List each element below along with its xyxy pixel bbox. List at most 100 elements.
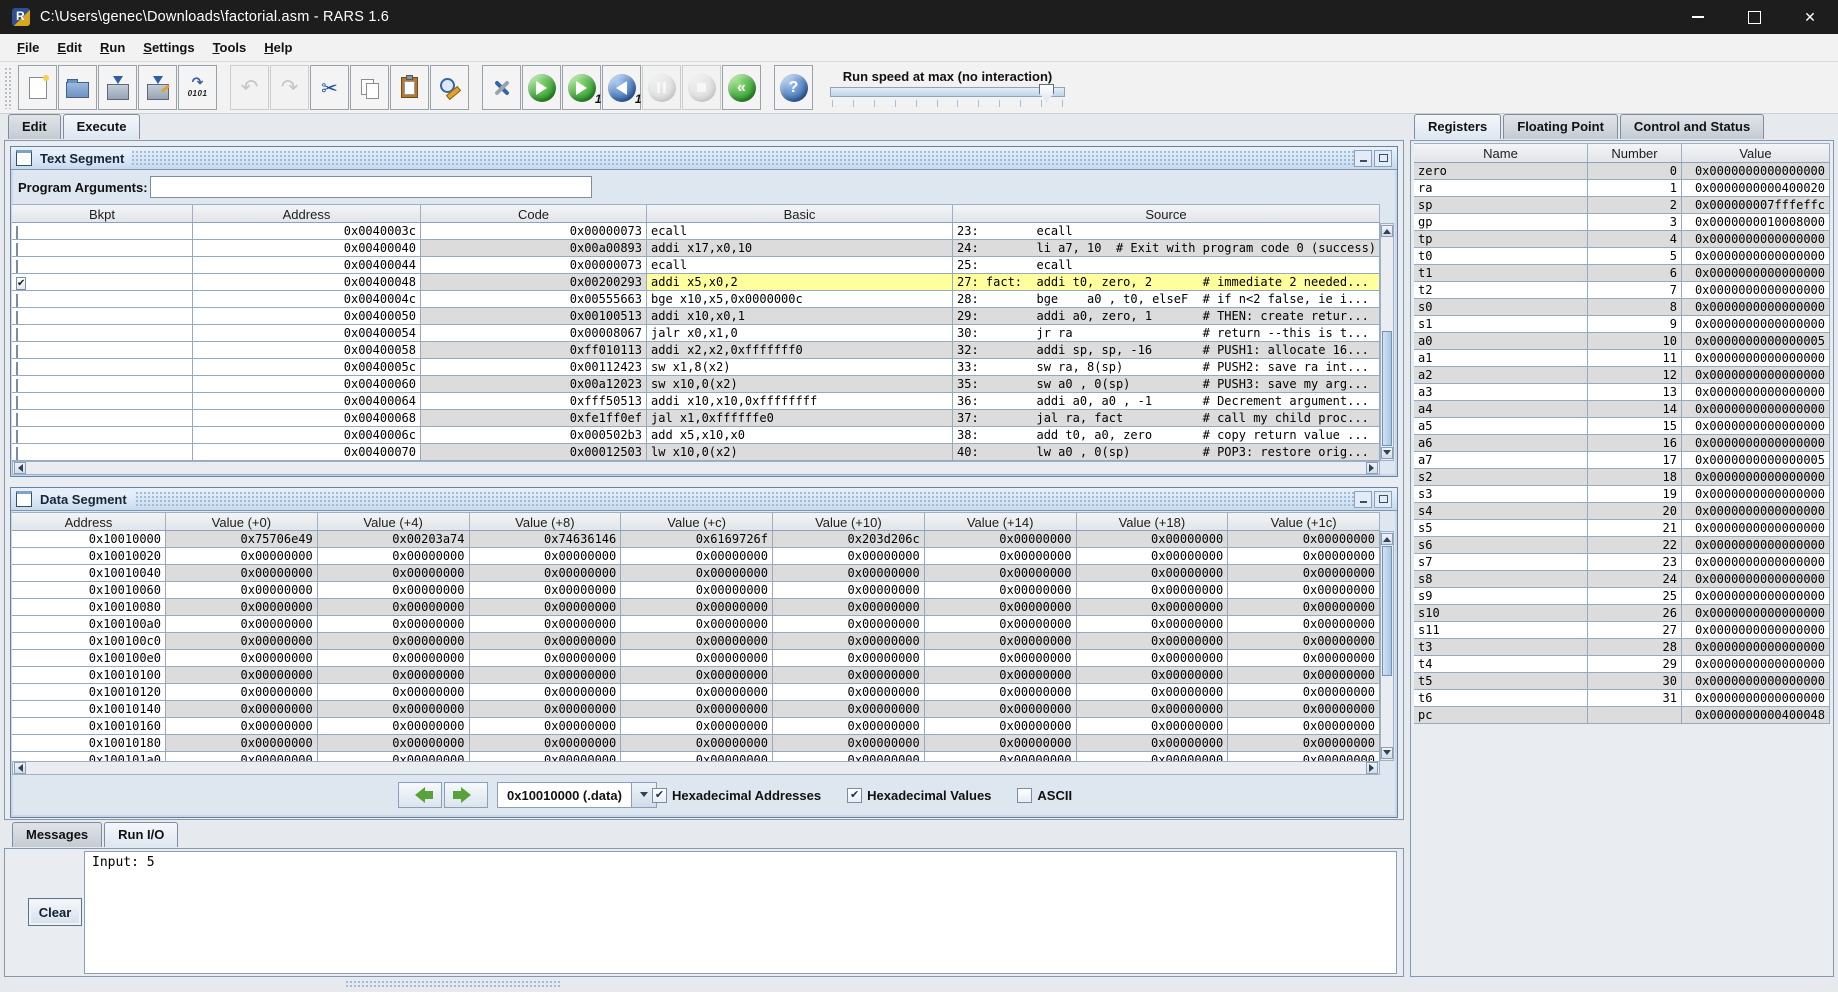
register-row[interactable]: t5300x0000000000000000	[1414, 673, 1830, 690]
register-row[interactable]: s190x0000000000000000	[1414, 316, 1830, 333]
memory-row[interactable]: 0x100100c00x000000000x000000000x00000000…	[12, 633, 1380, 650]
memory-row[interactable]: 0x100100800x000000000x000000000x00000000…	[12, 599, 1380, 616]
scroll-left-icon[interactable]	[14, 762, 26, 774]
tab-floating-point[interactable]: Floating Point	[1503, 114, 1618, 139]
memory-row[interactable]: 0x100101600x000000000x000000000x00000000…	[12, 718, 1380, 735]
resize-grip-icon[interactable]	[345, 980, 560, 989]
tab-messages[interactable]: Messages	[12, 822, 102, 847]
run-io-output[interactable]: Input: 5	[84, 851, 1397, 974]
scroll-thumb[interactable]	[1382, 546, 1392, 676]
register-row[interactable]: s10260x0000000000000000	[1414, 605, 1830, 622]
register-row[interactable]: t6310x0000000000000000	[1414, 690, 1830, 707]
toolbar-grip-icon[interactable]	[4, 67, 12, 109]
register-row[interactable]: zero00x0000000000000000	[1414, 163, 1830, 180]
frame-minimize-button[interactable]	[1354, 150, 1372, 167]
text-row[interactable]: 0x004000700x00012503lw x10,0(x2)40: lw a…	[12, 444, 1380, 461]
text-row[interactable]: 0x004000400x00a00893addi x17,x0,1024: li…	[12, 240, 1380, 257]
copy-button[interactable]	[350, 65, 389, 110]
open-file-button[interactable]	[58, 65, 97, 110]
checkbox-icon[interactable]: ✔	[847, 788, 862, 803]
scroll-down-icon[interactable]	[1381, 447, 1393, 459]
register-row[interactable]: s4200x0000000000000000	[1414, 503, 1830, 520]
register-row[interactable]: a6160x0000000000000000	[1414, 435, 1830, 452]
breakpoint-checkbox[interactable]: ✔	[16, 277, 26, 290]
breakpoint-checkbox[interactable]	[16, 311, 18, 324]
scroll-right-icon[interactable]	[1366, 462, 1378, 474]
register-row[interactable]: gp30x0000000010008000	[1414, 214, 1830, 231]
tab-registers[interactable]: Registers	[1414, 114, 1501, 139]
breakpoint-checkbox[interactable]	[16, 430, 18, 443]
menu-edit[interactable]: Edit	[48, 36, 91, 59]
minimize-button[interactable]	[1670, 0, 1726, 34]
register-row[interactable]: s8240x0000000000000000	[1414, 571, 1830, 588]
register-row[interactable]: ra10x0000000000400020	[1414, 180, 1830, 197]
register-row[interactable]: s5210x0000000000000000	[1414, 520, 1830, 537]
maximize-button[interactable]	[1726, 0, 1782, 34]
breakpoint-checkbox[interactable]	[16, 243, 18, 256]
scroll-right-icon[interactable]	[1366, 762, 1378, 774]
memory-row[interactable]: 0x100101800x000000000x000000000x00000000…	[12, 735, 1380, 752]
register-row[interactable]: a0100x0000000000000005	[1414, 333, 1830, 350]
breakpoint-checkbox[interactable]	[16, 379, 18, 392]
register-row[interactable]: a7170x0000000000000005	[1414, 452, 1830, 469]
option-ascii[interactable]: ASCII	[1017, 788, 1072, 803]
register-row[interactable]: a1110x0000000000000000	[1414, 350, 1830, 367]
menu-settings[interactable]: Settings	[134, 36, 203, 59]
register-row[interactable]: t4290x0000000000000000	[1414, 656, 1830, 673]
text-row[interactable]: 0x004000540x00008067jalr x0,x1,030: jr r…	[12, 325, 1380, 342]
breakpoint-checkbox[interactable]	[16, 447, 18, 460]
register-row[interactable]: s9250x0000000000000000	[1414, 588, 1830, 605]
breakpoint-checkbox[interactable]	[16, 294, 18, 307]
save-as-button[interactable]	[138, 65, 177, 110]
data-segment-titlebar[interactable]: Data Segment	[11, 488, 1397, 511]
find-replace-button[interactable]	[430, 65, 469, 110]
text-segment-hscrollbar[interactable]	[12, 461, 1380, 475]
breakpoint-checkbox[interactable]	[16, 396, 18, 409]
text-row[interactable]: 0x004000640xfff50513addi x10,x10,0xfffff…	[12, 393, 1380, 410]
frame-maximize-button[interactable]	[1374, 491, 1392, 508]
breakpoint-checkbox[interactable]	[16, 260, 18, 273]
register-row[interactable]: t050x0000000000000000	[1414, 248, 1830, 265]
paste-button[interactable]	[390, 65, 429, 110]
memory-row[interactable]: 0x100100000x75706e490x00203a740x74636146…	[12, 531, 1380, 548]
memory-row[interactable]: 0x100100200x000000000x000000000x00000000…	[12, 548, 1380, 565]
run-one-step-button[interactable]: 1	[562, 65, 601, 110]
tab-execute[interactable]: Execute	[63, 114, 141, 139]
previous-memory-button[interactable]	[398, 782, 442, 808]
register-row[interactable]: a4140x0000000000000000	[1414, 401, 1830, 418]
memory-row[interactable]: 0x100100600x000000000x000000000x00000000…	[12, 582, 1380, 599]
text-row[interactable]: 0x0040006c0x000502b3add x5,x10,x038: add…	[12, 427, 1380, 444]
checkbox-icon[interactable]	[1017, 788, 1032, 803]
clear-button[interactable]: Clear	[28, 898, 82, 926]
save-file-button[interactable]	[98, 65, 137, 110]
text-segment-vscrollbar[interactable]	[1380, 223, 1394, 461]
stop-button[interactable]	[682, 65, 721, 110]
tab-edit[interactable]: Edit	[8, 114, 61, 139]
register-row[interactable]: s6220x0000000000000000	[1414, 537, 1830, 554]
tab-control-and-status[interactable]: Control and Status	[1620, 114, 1764, 139]
memory-row[interactable]: 0x100101a00x000000000x000000000x00000000…	[12, 752, 1380, 761]
breakpoint-checkbox[interactable]	[16, 362, 18, 375]
memory-row[interactable]: 0x100101400x000000000x000000000x00000000…	[12, 701, 1380, 718]
help-button[interactable]: ?	[774, 65, 813, 110]
run-button[interactable]	[522, 65, 561, 110]
scroll-thumb[interactable]	[1382, 331, 1392, 446]
reset-button[interactable]: «	[722, 65, 761, 110]
undo-button[interactable]: ↶	[230, 65, 269, 110]
breakpoint-checkbox[interactable]	[16, 226, 18, 239]
option-hexadecimal-values[interactable]: ✔Hexadecimal Values	[847, 788, 991, 803]
text-row[interactable]: 0x004000600x00a12023sw x10,0(x2)35: sw a…	[12, 376, 1380, 393]
register-row[interactable]: pc0x0000000000400048	[1414, 707, 1830, 724]
pause-button[interactable]	[642, 65, 681, 110]
memory-segment-combobox[interactable]: 0x10010000 (.data)	[497, 782, 657, 808]
menu-file[interactable]: File	[8, 36, 48, 59]
menu-help[interactable]: Help	[255, 36, 301, 59]
redo-button[interactable]: ↷	[270, 65, 309, 110]
memory-row[interactable]: 0x100100a00x000000000x000000000x00000000…	[12, 616, 1380, 633]
register-row[interactable]: a2120x0000000000000000	[1414, 367, 1830, 384]
breakpoint-checkbox[interactable]	[16, 345, 18, 358]
tab-run-i-o[interactable]: Run I/O	[104, 822, 178, 847]
close-button[interactable]: ✕	[1782, 0, 1838, 34]
text-row[interactable]: ✔0x004000480x00200293addi x5,x0,227: fac…	[12, 274, 1380, 291]
option-hexadecimal-addresses[interactable]: ✔Hexadecimal Addresses	[652, 788, 821, 803]
